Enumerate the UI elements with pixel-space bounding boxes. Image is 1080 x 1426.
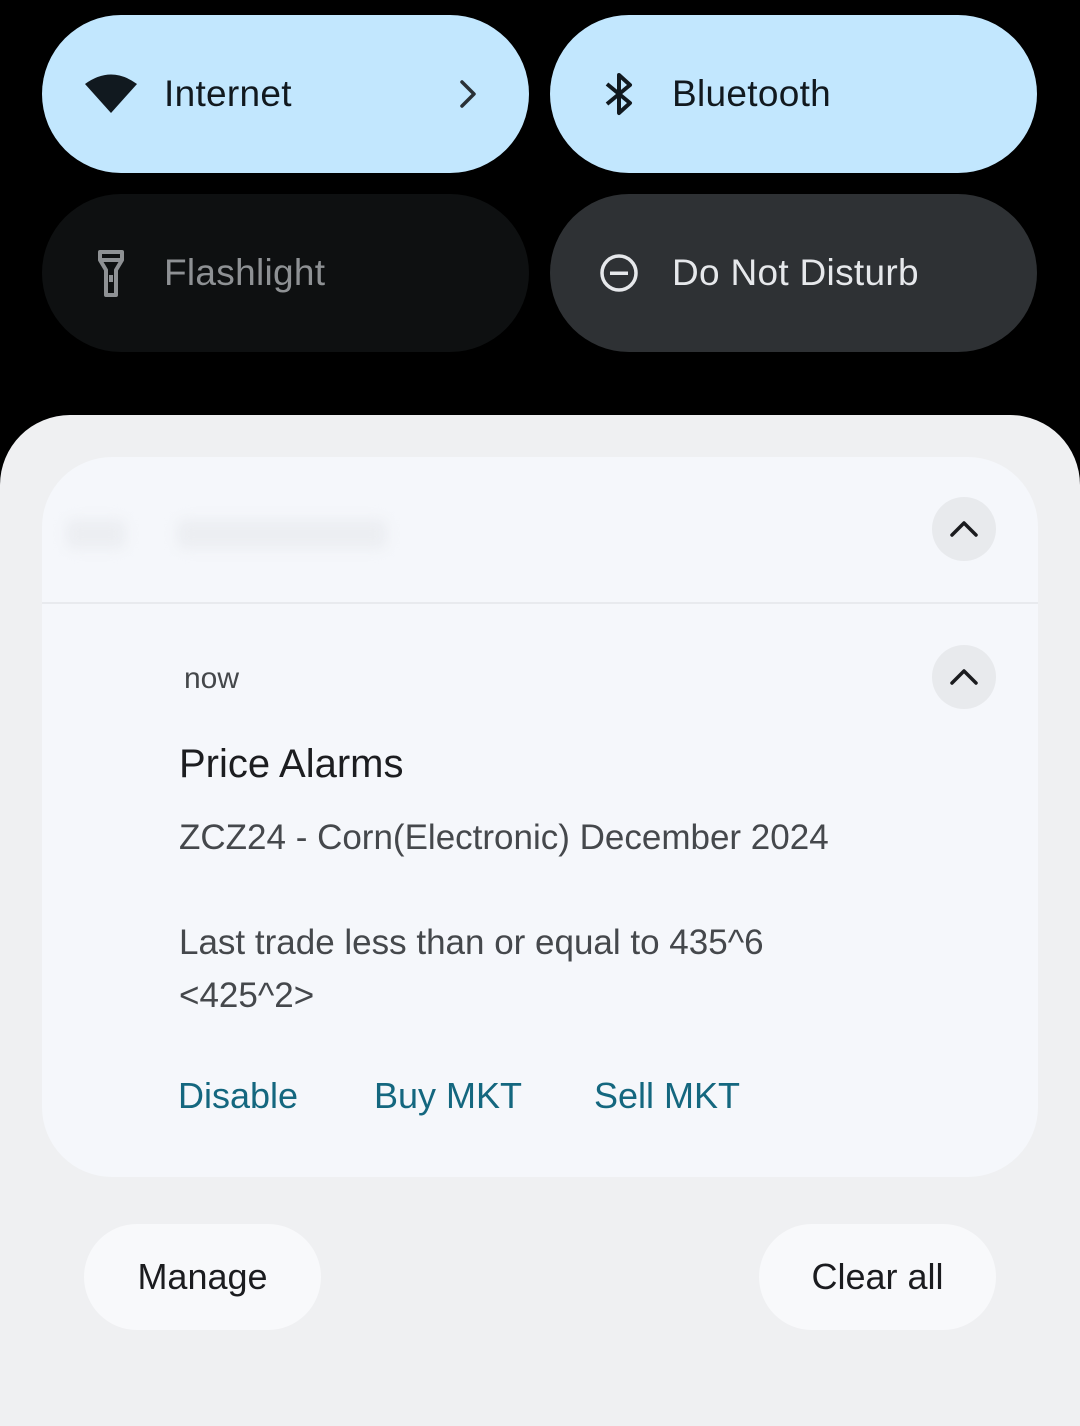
app-icon xyxy=(66,519,126,549)
notification-shade-screen: Internet Bluetooth Flashlight Do Not Dis… xyxy=(0,0,1080,1426)
bluetooth-tile[interactable]: Bluetooth xyxy=(550,15,1037,173)
disable-action-button[interactable]: Disable xyxy=(178,1075,298,1117)
flashlight-icon xyxy=(84,246,138,300)
chevron-up-icon xyxy=(950,669,978,685)
notification-group-header xyxy=(42,457,1038,604)
collapse-notification-button[interactable] xyxy=(932,645,996,709)
do-not-disturb-label: Do Not Disturb xyxy=(672,252,919,293)
buy-mkt-action-button[interactable]: Buy MKT xyxy=(374,1075,522,1117)
internet-tile[interactable]: Internet xyxy=(42,15,529,173)
app-name xyxy=(177,519,387,549)
sell-mkt-action-button[interactable]: Sell MKT xyxy=(594,1075,740,1117)
flashlight-tile[interactable]: Flashlight xyxy=(42,194,529,352)
notification-shade: now Price Alarms ZCZ24 - Corn(Electronic… xyxy=(0,415,1080,1426)
bluetooth-label: Bluetooth xyxy=(672,73,832,114)
chevron-right-icon[interactable] xyxy=(451,77,485,111)
do-not-disturb-tile[interactable]: Do Not Disturb xyxy=(550,194,1037,352)
notification-time: now xyxy=(184,662,240,695)
manage-button[interactable]: Manage xyxy=(84,1224,321,1330)
chevron-up-icon xyxy=(950,521,978,537)
do-not-disturb-icon xyxy=(592,246,646,300)
notification-body-line: <425^2> xyxy=(179,976,315,1015)
notification-card[interactable]: now Price Alarms ZCZ24 - Corn(Electronic… xyxy=(42,457,1038,1177)
notification-subtitle: ZCZ24 - Corn(Electronic) December 2024 xyxy=(179,818,829,857)
collapse-group-button[interactable] xyxy=(932,497,996,561)
notification-body-line: Last trade less than or equal to 435^6 xyxy=(179,923,764,962)
wifi-icon xyxy=(84,67,138,121)
internet-label: Internet xyxy=(164,73,292,114)
bluetooth-icon xyxy=(592,67,646,121)
notification-title: Price Alarms xyxy=(179,742,404,786)
clear-all-button[interactable]: Clear all xyxy=(759,1224,996,1330)
flashlight-label: Flashlight xyxy=(164,252,326,293)
